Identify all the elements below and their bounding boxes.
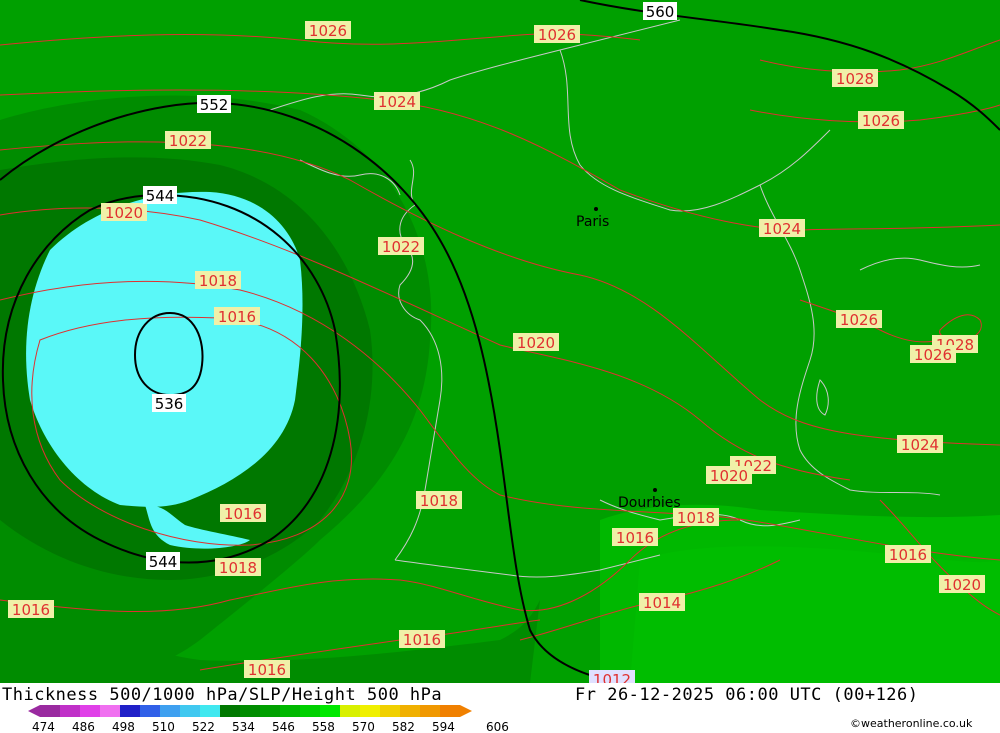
colorbar-swatch [320, 705, 340, 717]
credit-text: ©weatheronline.co.uk [850, 717, 973, 730]
isobar-label: 1026 [538, 26, 576, 44]
height-label: 544 [146, 187, 175, 205]
isobar-label: 1018 [219, 559, 257, 577]
city-marker-dourbies [653, 488, 657, 492]
colorbar-swatch [340, 705, 360, 717]
colorbar-swatch [300, 705, 320, 717]
colorbar-tick-label: 534 [232, 720, 255, 733]
isobar-label: 1016 [12, 601, 50, 619]
isobar-label: 1012 [593, 671, 631, 683]
isobar-label: 1016 [616, 529, 654, 547]
colorbar-swatch [440, 705, 460, 717]
colorbar-ticks: 474 486 498 510 522 534 546 558 570 582 594 606 [32, 720, 509, 733]
colorbar-swatch [260, 705, 280, 717]
colorbar-swatch [140, 705, 160, 717]
isobar-label: 1024 [763, 220, 801, 238]
height-label: 552 [200, 96, 229, 114]
isobar-label: 1016 [403, 631, 441, 649]
thickness-band-552-558-south [630, 546, 1000, 683]
map-title: Thickness 500/1000 hPa/SLP/Height 500 hP… [2, 685, 443, 705]
height-label: 560 [646, 3, 675, 21]
colorbar-swatch [280, 705, 300, 717]
isobar-label: 1024 [378, 93, 416, 111]
colorbar-tick-label: 546 [272, 720, 295, 733]
colorbar-right-arrow [460, 705, 472, 717]
colorbar-tick-label: 522 [192, 720, 215, 733]
isobar-label: 1020 [943, 576, 981, 594]
colorbar-tick-label: 594 [432, 720, 455, 733]
colorbar-tick-label: 510 [152, 720, 175, 733]
colorbar-tick-label: 486 [72, 720, 95, 733]
isobar-label: 1018 [199, 272, 237, 290]
colorbar-tick-label: 558 [312, 720, 335, 733]
isobar-label: 1026 [862, 112, 900, 130]
isobar-label: 1024 [901, 436, 939, 454]
colorbar-swatch [180, 705, 200, 717]
map-datetime: Fr 26-12-2025 06:00 UTC (00+126) [575, 685, 919, 705]
isobar-label: 1020 [517, 334, 555, 352]
colorbar-tick-label: 474 [32, 720, 55, 733]
isobar-label: 1016 [889, 546, 927, 564]
isobar-label: 1018 [420, 492, 458, 510]
isobar-label: 1016 [224, 505, 262, 523]
colorbar-swatch [100, 705, 120, 717]
colorbar-swatch [400, 705, 420, 717]
isobar-label: 1016 [218, 308, 256, 326]
weather-map: 1026 1026 1028 1026 1024 1022 1020 1022 … [0, 0, 1000, 683]
city-marker-paris [594, 207, 598, 211]
colorbar-swatch [220, 705, 240, 717]
colorbar-swatch [60, 705, 80, 717]
isobar-label: 1016 [248, 661, 286, 679]
colorbar-left-arrow [28, 705, 40, 717]
colorbar-swatch [80, 705, 100, 717]
colorbar-swatch [40, 705, 60, 717]
isobar-label: 1018 [677, 509, 715, 527]
colorbar-swatch [360, 705, 380, 717]
isobar-label: 1026 [309, 22, 347, 40]
colorbar-tick-label: 582 [392, 720, 415, 733]
city-label-dourbies: Dourbies [618, 495, 681, 511]
city-label-paris: Paris [576, 214, 609, 230]
colorbar-swatch [380, 705, 400, 717]
isobar-label: 1022 [169, 132, 207, 150]
isobar-label: 1026 [840, 311, 878, 329]
map-footer: Thickness 500/1000 hPa/SLP/Height 500 hP… [0, 683, 1000, 733]
isobar-label: 1020 [105, 204, 143, 222]
isobar-label: 1026 [914, 346, 952, 364]
colorbar-tick-label: 498 [112, 720, 135, 733]
isobar-label: 1014 [643, 594, 681, 612]
height-label: 536 [155, 395, 184, 413]
colorbar-tick-label: 606 [486, 720, 509, 733]
isobar-label: 1028 [836, 70, 874, 88]
colorbar-tick-label: 570 [352, 720, 375, 733]
colorbar-swatch [240, 705, 260, 717]
colorbar-swatch [120, 705, 140, 717]
colorbar-swatch [160, 705, 180, 717]
isobar-label: 1020 [710, 467, 748, 485]
colorbar-swatch [420, 705, 440, 717]
colorbar-swatch [200, 705, 220, 717]
height-label: 544 [149, 553, 178, 571]
isobar-label: 1022 [382, 238, 420, 256]
colorbar-swatches [28, 705, 472, 717]
